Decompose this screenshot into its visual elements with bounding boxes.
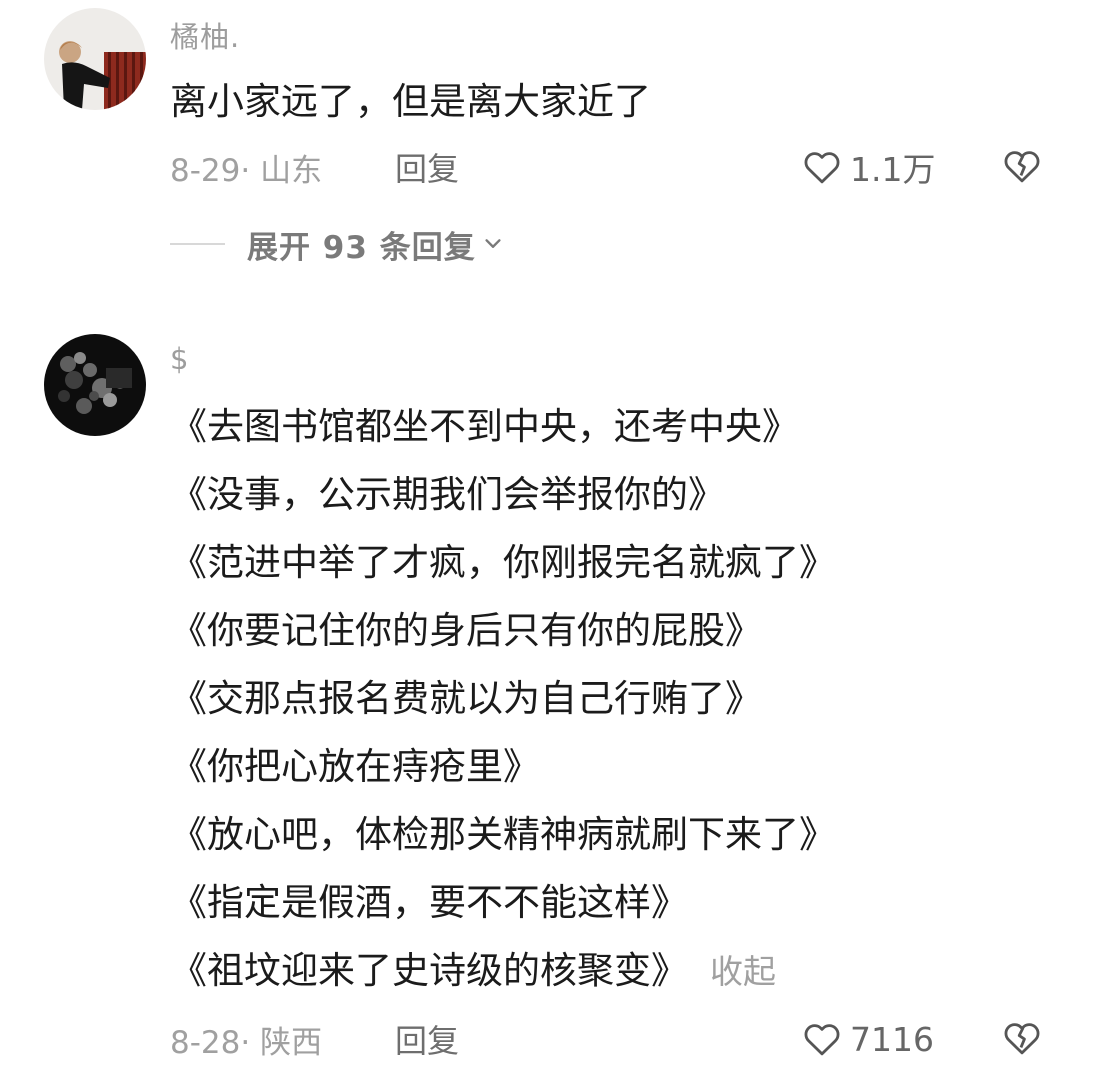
date-location: 8-28· 陕西 [170, 1024, 323, 1061]
username[interactable]: $ [170, 342, 189, 376]
like-button[interactable]: 7116 [800, 1018, 934, 1060]
reply-button[interactable]: 回复 [395, 144, 459, 190]
comment-line: 《放心吧，体检那关精神病就刷下来了》 [170, 813, 836, 856]
comment-meta: 8-28· 陕西 回复 7116 [170, 1014, 1040, 1064]
collapse-button[interactable]: 收起 [710, 952, 776, 991]
comment-line: 《没事，公示期我们会举报你的》 [170, 473, 725, 516]
comment-line: 《去图书馆都坐不到中央，还考中央》 [170, 405, 799, 448]
expand-replies-button[interactable]: 展开 93 条回复 [170, 222, 504, 266]
like-count: 1.1万 [850, 150, 936, 189]
comment-line: 离小家远了，但是离大家近了 [170, 80, 651, 123]
chevron-down-icon [485, 239, 501, 248]
like-button[interactable]: 1.1万 [800, 143, 935, 191]
comment-line: 《指定是假酒，要不不能这样》 [170, 881, 688, 924]
comment-line-last: 《祖坟迎来了史诗级的核聚变》 收起 [170, 937, 836, 1006]
comment-item: 橘柚. 离小家远了，但是离大家近了 8-29· 山东 回复 1.1万 展开 93… [0, 0, 1093, 290]
broken-heart-icon[interactable] [1000, 145, 1044, 187]
avatar[interactable] [44, 334, 146, 436]
comment-line: 《祖坟迎来了史诗级的核聚变》 [170, 949, 688, 992]
date-location: 8-29· 山东 [170, 152, 323, 189]
heart-outline-icon [804, 152, 840, 184]
divider [170, 243, 225, 245]
avatar[interactable] [44, 8, 146, 110]
broken-heart-icon[interactable] [1000, 1017, 1044, 1059]
expand-replies-label: 展开 93 条回复 [247, 229, 476, 266]
reply-button[interactable]: 回复 [395, 1016, 459, 1062]
like-count: 7116 [850, 1019, 934, 1059]
heart-outline-icon [804, 1024, 840, 1056]
comment-text: 《去图书馆都坐不到中央，还考中央》 《没事，公示期我们会举报你的》 《范进中举了… [170, 393, 836, 1006]
comment-item: $ 《去图书馆都坐不到中央，还考中央》 《没事，公示期我们会举报你的》 《范进中… [0, 330, 1093, 1080]
comment-line: 《交那点报名费就以为自己行贿了》 [170, 677, 762, 720]
comment-line: 《范进中举了才疯，你刚报完名就疯了》 [170, 541, 836, 584]
comment-text: 离小家远了，但是离大家近了 [170, 68, 651, 136]
username[interactable]: 橘柚. [170, 14, 240, 56]
comment-line: 《你要记住你的身后只有你的屁股》 [170, 609, 762, 652]
comment-meta: 8-29· 山东 回复 1.1万 [170, 142, 1040, 192]
comment-line: 《你把心放在痔疮里》 [170, 745, 540, 788]
